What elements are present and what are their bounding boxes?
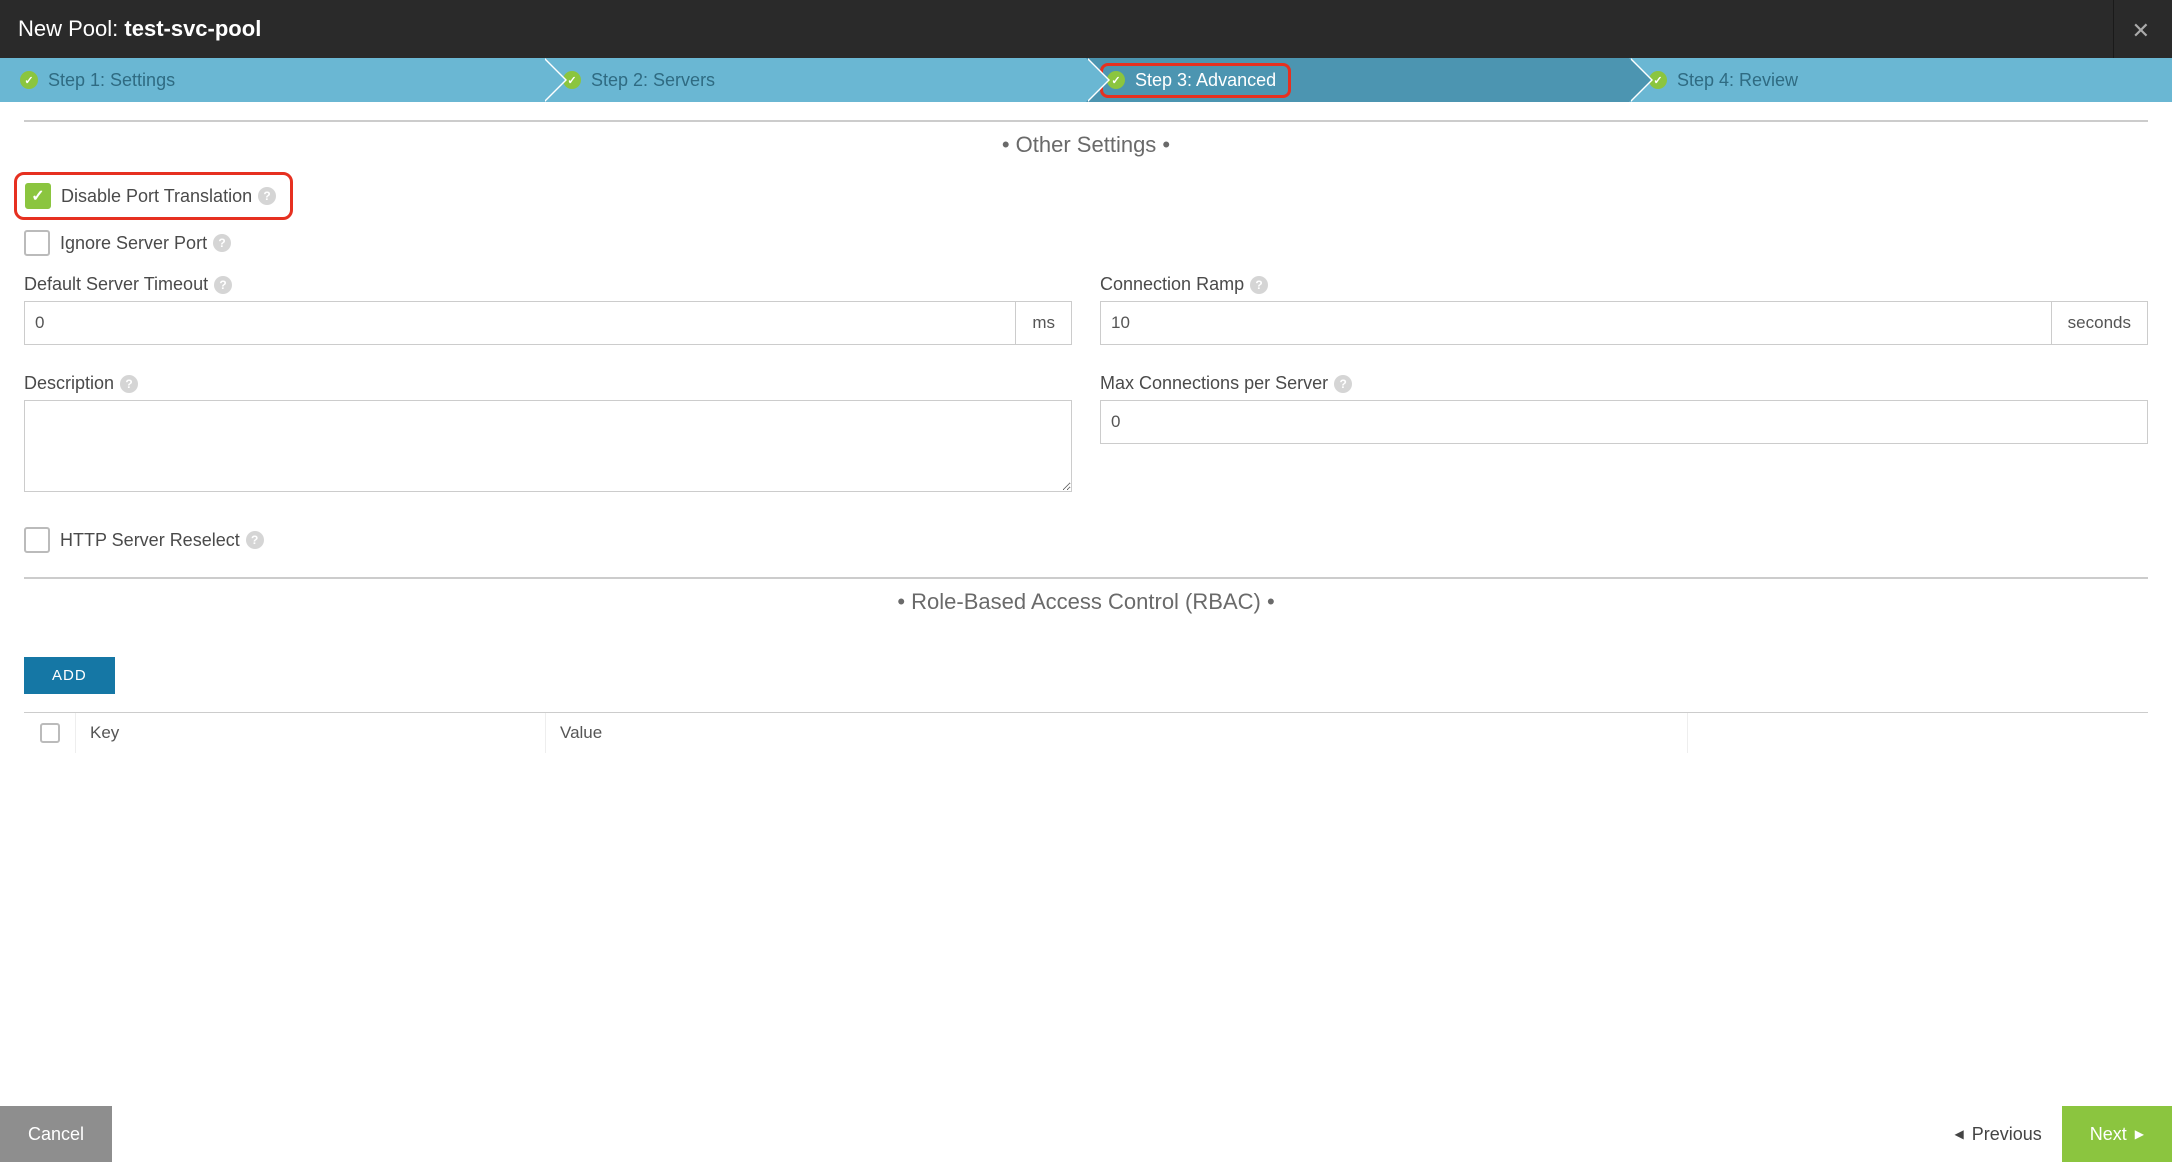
- column-key[interactable]: Key: [76, 713, 546, 753]
- max-conn-per-server-label: Max Connections per Server ?: [1100, 373, 2148, 394]
- unit-seconds: seconds: [2052, 301, 2148, 345]
- description-field: Description ?: [24, 373, 1072, 495]
- form-grid-row-1: Default Server Timeout ? ms Connection R…: [24, 274, 2148, 367]
- connection-ramp-field: Connection Ramp ? seconds: [1100, 274, 2148, 345]
- field-disable-port-translation-wrap: ✓ Disable Port Translation ?: [24, 172, 2148, 220]
- close-icon[interactable]: ✕: [2132, 18, 2150, 44]
- help-icon[interactable]: ?: [120, 375, 138, 393]
- column-actions: [1688, 713, 2148, 753]
- max-conn-per-server-input[interactable]: [1100, 400, 2148, 444]
- content-area: • Other Settings • ✓ Disable Port Transl…: [0, 120, 2172, 813]
- connection-ramp-input[interactable]: [1100, 301, 2052, 345]
- column-value[interactable]: Value: [546, 713, 1688, 753]
- unit-ms: ms: [1016, 301, 1072, 345]
- section-divider: [24, 120, 2148, 122]
- cancel-button[interactable]: Cancel: [0, 1106, 112, 1162]
- triangle-right-icon: ▶: [2135, 1127, 2144, 1141]
- add-button[interactable]: ADD: [24, 657, 115, 694]
- disable-port-translation-label: Disable Port Translation: [61, 186, 252, 207]
- help-icon[interactable]: ?: [213, 234, 231, 252]
- step-4-review[interactable]: ✓ Step 4: Review: [1629, 58, 2172, 102]
- field-highlight: ✓ Disable Port Translation ?: [14, 172, 293, 220]
- modal-title: New Pool: test-svc-pool: [18, 16, 261, 42]
- step-2-servers[interactable]: ✓ Step 2: Servers: [543, 58, 1086, 102]
- check-icon: ✓: [20, 71, 38, 89]
- section-title-rbac: • Role-Based Access Control (RBAC) •: [24, 589, 2148, 615]
- default-server-timeout-label: Default Server Timeout ?: [24, 274, 1072, 295]
- help-icon[interactable]: ?: [1250, 276, 1268, 294]
- section-title-other-settings: • Other Settings •: [24, 132, 2148, 158]
- http-server-reselect-label: HTTP Server Reselect: [60, 530, 240, 551]
- default-server-timeout-field: Default Server Timeout ? ms: [24, 274, 1072, 345]
- select-all-checkbox[interactable]: [40, 723, 60, 743]
- previous-button[interactable]: ◀ Previous: [1934, 1124, 2061, 1145]
- step-label: Step 4: Review: [1677, 70, 1798, 91]
- modal-header: New Pool: test-svc-pool ✕: [0, 0, 2172, 58]
- wizard-steps: ✓ Step 1: Settings ✓ Step 2: Servers ✓ S…: [0, 58, 2172, 102]
- ignore-server-port-row: Ignore Server Port ?: [24, 230, 2148, 256]
- ignore-server-port-checkbox[interactable]: [24, 230, 50, 256]
- description-label: Description ?: [24, 373, 1072, 394]
- next-label: Next: [2090, 1124, 2127, 1145]
- step-highlight: ✓ Step 3: Advanced: [1100, 63, 1291, 98]
- help-icon[interactable]: ?: [246, 531, 264, 549]
- col-left: Description ?: [24, 373, 1072, 517]
- wizard-footer: Cancel ◀ Previous Next ▶: [0, 1106, 2172, 1162]
- ignore-server-port-label: Ignore Server Port: [60, 233, 207, 254]
- help-icon[interactable]: ?: [214, 276, 232, 294]
- title-prefix: New Pool:: [18, 16, 124, 41]
- step-label: Step 1: Settings: [48, 70, 175, 91]
- description-textarea[interactable]: [24, 400, 1072, 492]
- step-1-settings[interactable]: ✓ Step 1: Settings: [0, 58, 543, 102]
- default-server-timeout-input-group: ms: [24, 301, 1072, 345]
- header-divider: [2113, 0, 2114, 58]
- rbac-table-header: Key Value: [24, 712, 2148, 753]
- disable-port-translation-checkbox[interactable]: ✓: [25, 183, 51, 209]
- help-icon[interactable]: ?: [258, 187, 276, 205]
- disable-port-translation-row: ✓ Disable Port Translation ?: [25, 183, 276, 209]
- section-divider: [24, 577, 2148, 579]
- previous-label: Previous: [1972, 1124, 2042, 1145]
- default-server-timeout-input[interactable]: [24, 301, 1016, 345]
- http-server-reselect-row: HTTP Server Reselect ?: [24, 527, 2148, 553]
- step-label: Step 2: Servers: [591, 70, 715, 91]
- col-left: Default Server Timeout ? ms: [24, 274, 1072, 367]
- connection-ramp-label: Connection Ramp ?: [1100, 274, 2148, 295]
- step-label: Step 3: Advanced: [1135, 70, 1276, 91]
- help-icon[interactable]: ?: [1334, 375, 1352, 393]
- connection-ramp-input-group: seconds: [1100, 301, 2148, 345]
- step-3-advanced[interactable]: ✓ Step 3: Advanced: [1086, 58, 1629, 102]
- pool-name: test-svc-pool: [124, 16, 261, 41]
- next-button[interactable]: Next ▶: [2062, 1106, 2172, 1162]
- triangle-left-icon: ◀: [1954, 1127, 1963, 1141]
- http-server-reselect-checkbox[interactable]: [24, 527, 50, 553]
- col-right: Max Connections per Server ?: [1100, 373, 2148, 517]
- select-all-cell: [24, 713, 76, 753]
- col-right: Connection Ramp ? seconds: [1100, 274, 2148, 367]
- max-conn-per-server-field: Max Connections per Server ?: [1100, 373, 2148, 444]
- form-grid-row-2: Description ? Max Connections per Server…: [24, 373, 2148, 517]
